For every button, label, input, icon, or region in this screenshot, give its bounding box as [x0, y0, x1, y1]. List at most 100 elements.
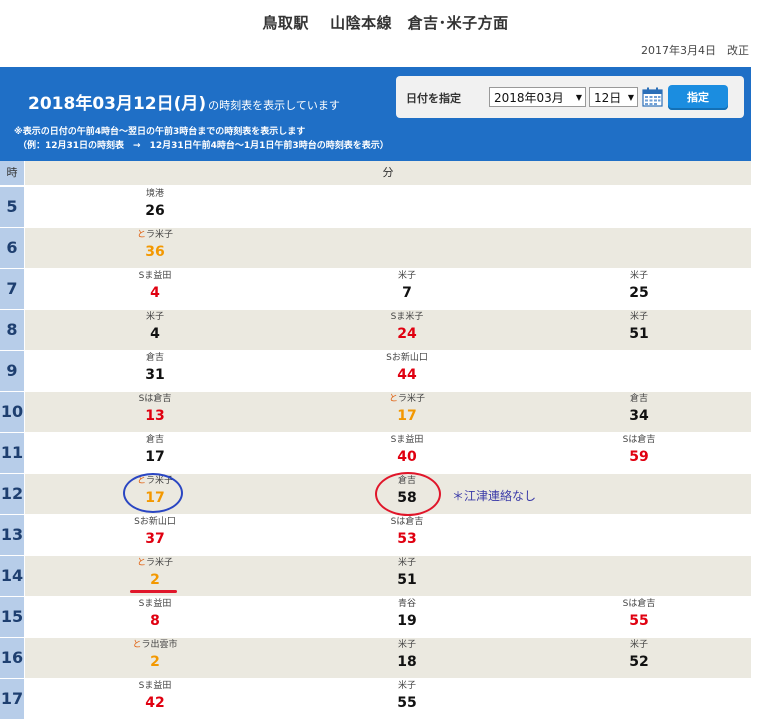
date-picker-label: 日付を指定 [406, 92, 461, 105]
destination-text: 倉吉 [145, 435, 164, 445]
train-destination: 倉吉 [599, 393, 679, 405]
page-title: 鳥取駅 山陰本線 倉吉･米子方面 [262, 14, 509, 32]
highlight-circle-blue [123, 473, 183, 513]
train-destination: とラ米子 [367, 393, 447, 405]
train-destination: Sは倉吉 [599, 598, 679, 610]
train-entry[interactable]: 米子 51 [367, 557, 447, 591]
apply-date-button[interactable]: 指定 [668, 85, 728, 110]
departure-minute: 34 [629, 408, 649, 424]
departure-minute: 7 [402, 285, 412, 301]
departure-minute: 17 [145, 449, 165, 465]
train-entry[interactable]: 青谷 19 [367, 598, 447, 632]
train-entry[interactable]: Sま益田 8 [115, 598, 195, 632]
minutes-cell: Sま益田 4 米子 7 米子 25 [25, 269, 751, 309]
destination-text: 倉吉 [629, 394, 648, 404]
train-destination: Sま益田 [367, 434, 447, 446]
train-entry[interactable]: 倉吉 17 [115, 434, 195, 468]
hour-column-header: 時 [0, 161, 24, 185]
destination-text: Sは倉吉 [138, 394, 172, 404]
train-destination: 米子 [599, 639, 679, 651]
minutes-cell: 境港 26 [25, 187, 751, 227]
hour-cell: 15 [0, 597, 24, 637]
train-type-mark: と [132, 640, 142, 650]
destination-text: 米子 [397, 681, 416, 691]
departure-minute: 25 [629, 285, 649, 301]
date-picker-panel: 日付を指定 2018年03月 ▼ 12日 ▼ 指定 [396, 76, 744, 118]
timetable-row: 9 倉吉 31 Sお新山口 44 [0, 351, 751, 392]
departure-minute: 2 [150, 572, 160, 588]
displayed-date: 2018年03月12日(月) [28, 94, 207, 114]
destination-text: Sお新山口 [134, 517, 176, 527]
train-destination: とラ米子 [115, 229, 195, 241]
hour-cell: 9 [0, 351, 24, 391]
train-entry[interactable]: 米子 52 [599, 639, 679, 673]
train-entry[interactable]: 倉吉 31 [115, 352, 195, 386]
calendar-icon[interactable] [642, 87, 663, 107]
train-entry[interactable]: Sお新山口 37 [115, 516, 195, 550]
chevron-down-icon: ▼ [575, 93, 582, 102]
departure-minute: 17 [397, 408, 417, 424]
train-entry[interactable]: 米子 51 [599, 311, 679, 345]
departure-minute: 26 [145, 203, 165, 219]
train-entry[interactable]: 米子 25 [599, 270, 679, 304]
hour-cell: 6 [0, 228, 24, 268]
timetable-row: 17 Sま益田 42 米子 55 [0, 679, 751, 720]
departure-minute: 31 [145, 367, 165, 383]
train-entry[interactable]: 境港 26 [115, 188, 195, 222]
departure-minute: 13 [145, 408, 165, 424]
train-entry[interactable]: とラ米子 2 [115, 557, 195, 591]
timetable-row: 7 Sま益田 4 米子 7 米子 25 [0, 269, 751, 310]
destination-text: Sま益田 [138, 599, 172, 609]
destination-text: 米子 [629, 312, 648, 322]
timetable-row: 5 境港 26 [0, 187, 751, 228]
train-destination: 米子 [367, 639, 447, 651]
minutes-cell: Sは倉吉 13 とラ米子 17 倉吉 34 [25, 392, 751, 432]
train-entry[interactable]: 米子 4 [115, 311, 195, 345]
minutes-cell: とラ米子 36 [25, 228, 751, 268]
timetable-row: 16 とラ出雲市 2 米子 18 米子 52 [0, 638, 751, 679]
train-entry[interactable]: とラ米子 36 [115, 229, 195, 263]
train-destination: 倉吉 [115, 352, 195, 364]
timetable-body: 5 境港 26 6 とラ米子 36 7 Sま益田 4 米子 7 米子 25 8 米子 4 Sま米子 24 米子 51 9… [0, 187, 751, 720]
train-entry[interactable]: 倉吉 34 [599, 393, 679, 427]
day-select[interactable]: 12日 ▼ [589, 87, 638, 107]
month-select-value: 2018年03月 [494, 91, 564, 105]
train-entry[interactable]: Sま益田 42 [115, 680, 195, 714]
train-entry[interactable]: Sは倉吉 59 [599, 434, 679, 468]
minute-column-header: 分 [25, 161, 751, 185]
destination-text: Sま益田 [390, 435, 424, 445]
hour-cell: 12 [0, 474, 24, 514]
train-entry[interactable]: Sは倉吉 53 [367, 516, 447, 550]
train-entry[interactable]: Sは倉吉 13 [115, 393, 195, 427]
train-entry[interactable]: Sま益田 4 [115, 270, 195, 304]
train-entry[interactable]: とラ米子 17 [367, 393, 447, 427]
train-destination: Sお新山口 [367, 352, 447, 364]
destination-text: Sは倉吉 [622, 599, 656, 609]
hour-cell: 7 [0, 269, 24, 309]
train-entry[interactable]: Sま益田 40 [367, 434, 447, 468]
month-select[interactable]: 2018年03月 ▼ [489, 87, 586, 107]
timetable-row: 15 Sま益田 8 青谷 19 Sは倉吉 55 [0, 597, 751, 638]
train-entry[interactable]: とラ出雲市 2 [115, 639, 195, 673]
destination-text: 倉吉 [145, 353, 164, 363]
hour-cell: 14 [0, 556, 24, 596]
train-entry[interactable]: 米子 55 [367, 680, 447, 714]
train-destination: 米子 [599, 311, 679, 323]
train-entry[interactable]: Sま米子 24 [367, 311, 447, 345]
departure-minute: 51 [397, 572, 417, 588]
train-entry[interactable]: Sは倉吉 55 [599, 598, 679, 632]
train-destination: とラ米子 [115, 557, 195, 569]
annotation-note: ＊江津連絡なし [452, 489, 537, 503]
train-entry[interactable]: 米子 7 [367, 270, 447, 304]
displayed-date-heading: 2018年03月12日(月) の時刻表を表示しています [28, 89, 340, 114]
train-destination: Sは倉吉 [599, 434, 679, 446]
train-entry[interactable]: 米子 18 [367, 639, 447, 673]
minutes-cell: 倉吉 31 Sお新山口 44 [25, 351, 751, 391]
train-destination: 米子 [367, 557, 447, 569]
departure-minute: 44 [397, 367, 417, 383]
range-note: ※表示の日付の午前4時台～翌日の午前3時台までの時刻表を表示します [14, 127, 306, 137]
train-entry[interactable]: Sお新山口 44 [367, 352, 447, 386]
destination-text: ラ米子 [146, 230, 174, 240]
departure-minute: 51 [629, 326, 649, 342]
hour-cell: 8 [0, 310, 24, 350]
